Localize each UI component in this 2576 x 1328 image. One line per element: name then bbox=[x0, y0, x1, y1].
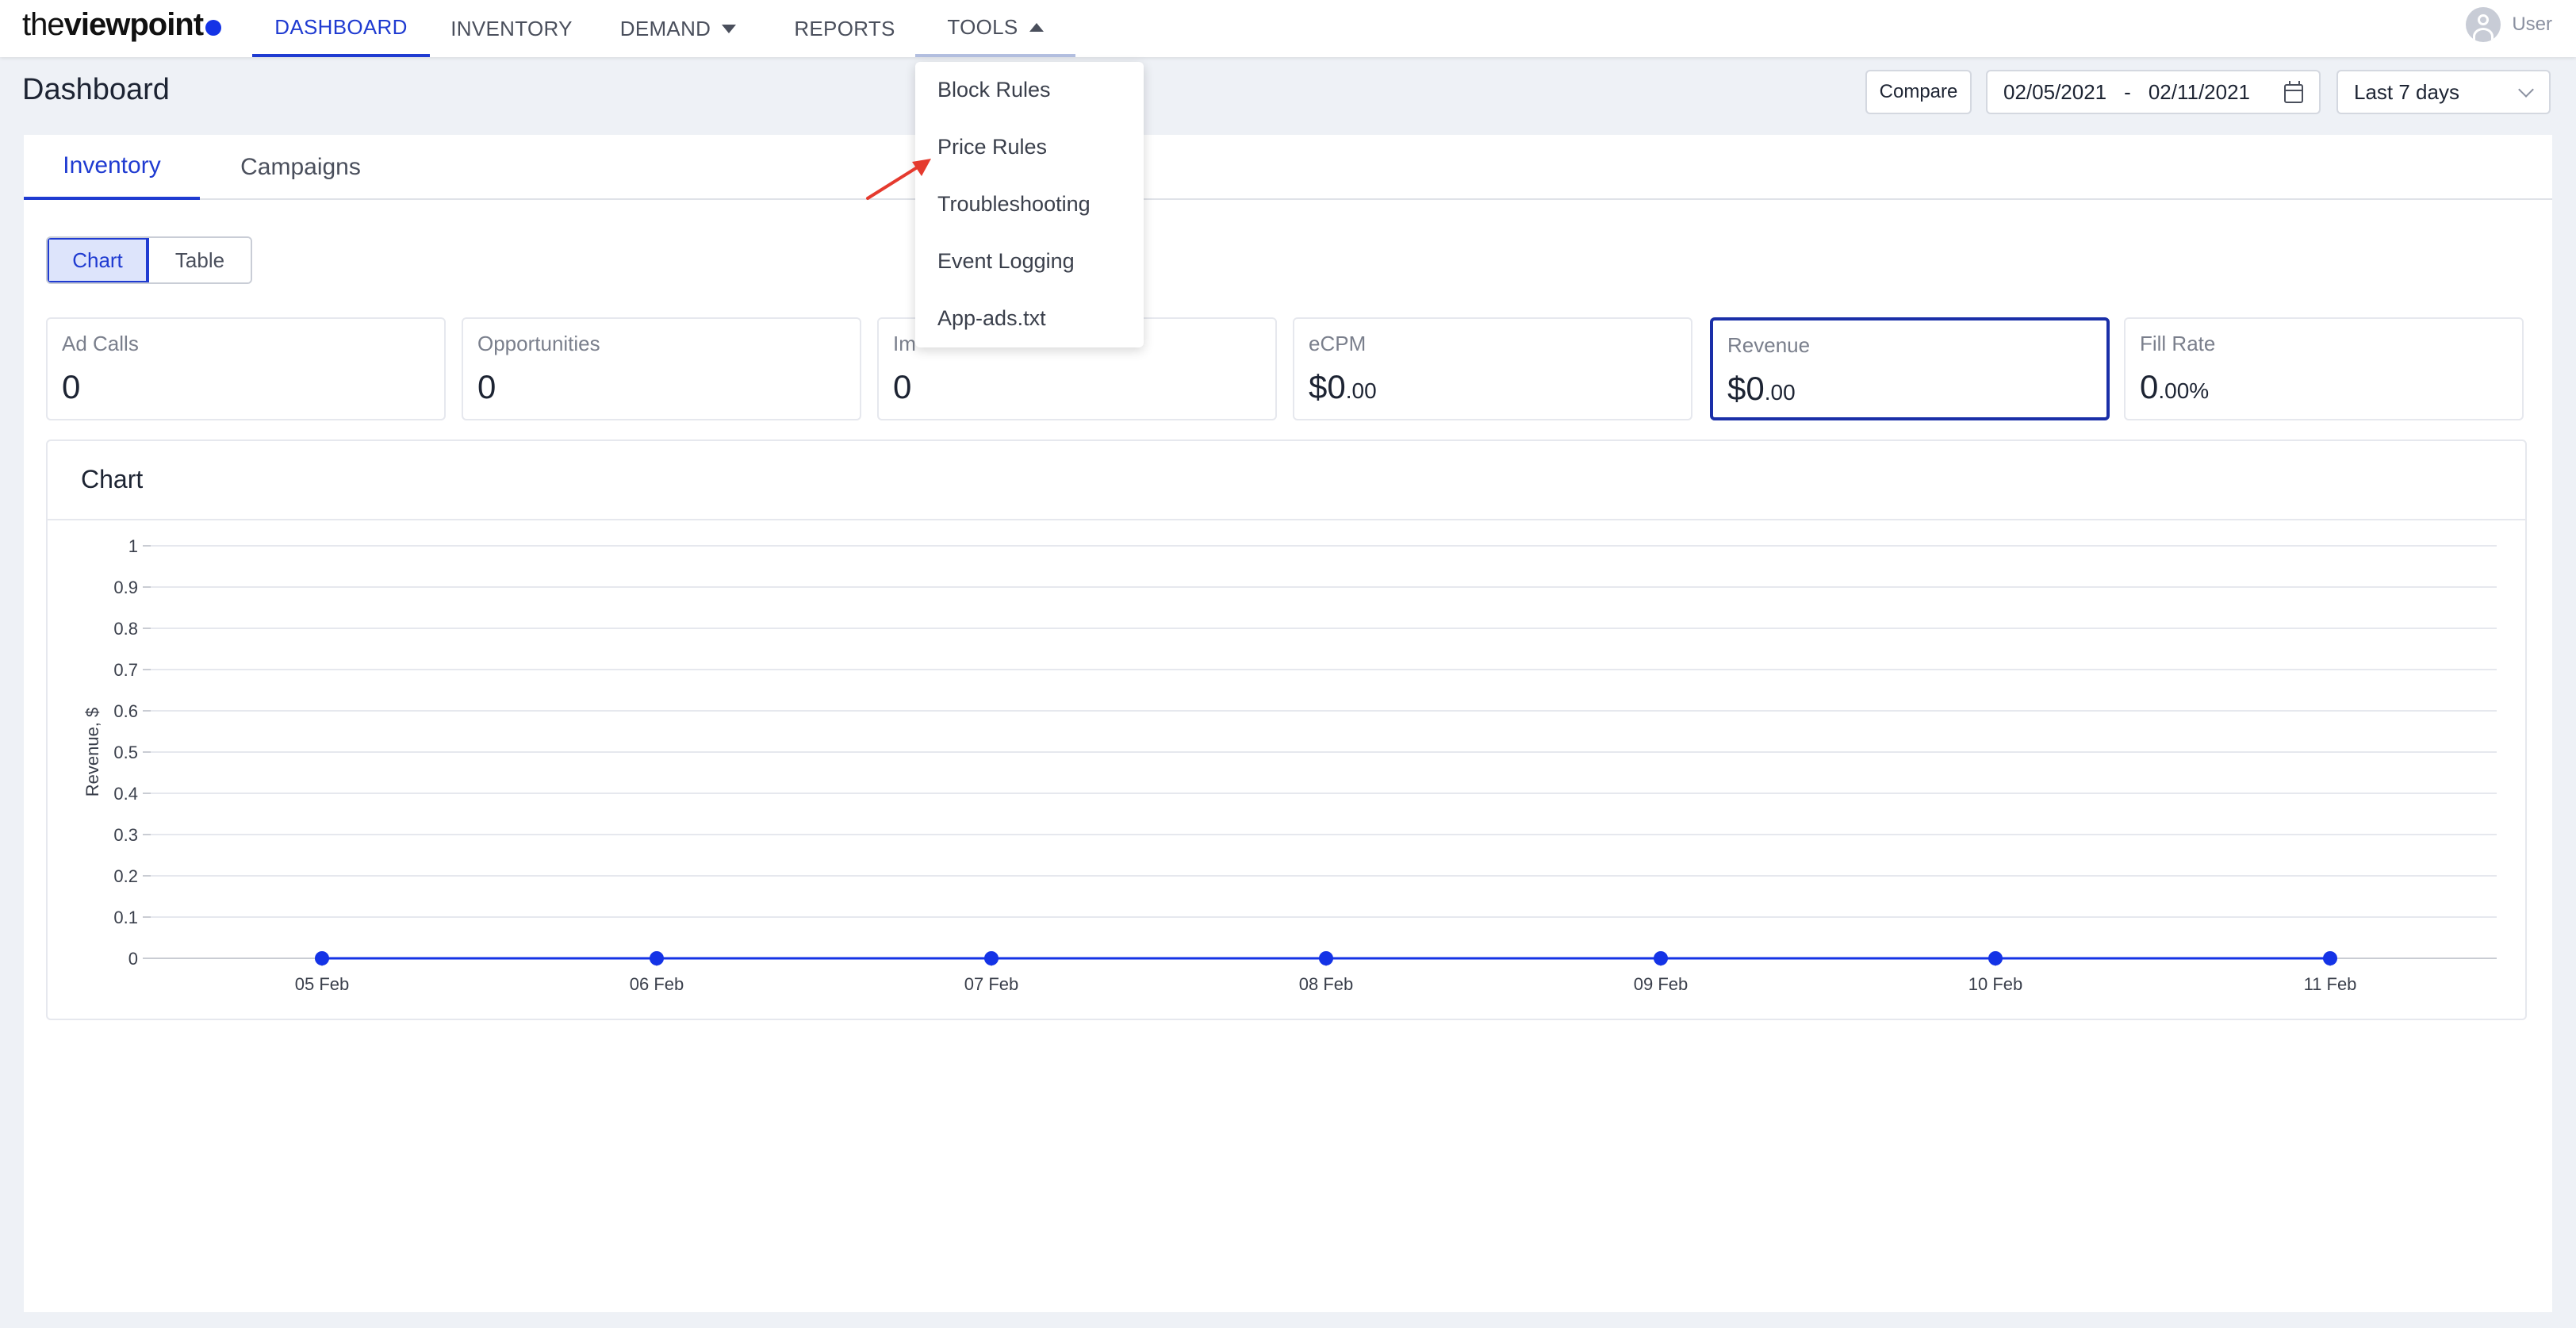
chart-panel-header: Chart bbox=[48, 441, 2525, 520]
date-separator: - bbox=[2124, 79, 2131, 104]
revenue-chart: 0 0.1 0.2 0.3 0.4 0.5 0.6 0.7 0.8 0.9 1 Revenue, $ 0… bbox=[82, 536, 2497, 994]
metric-card-fill-rate[interactable]: Fill Rate 0.00% bbox=[2124, 317, 2524, 420]
main-card: Inventory Campaigns Chart Table Ad Calls… bbox=[24, 135, 2552, 1312]
x-tick-label: 07 Feb bbox=[964, 974, 1019, 994]
page-title: Dashboard bbox=[22, 73, 170, 106]
y-tick-label: 0.3 bbox=[113, 825, 138, 845]
nav-reports[interactable]: REPORTS bbox=[785, 0, 904, 57]
brand-logo[interactable]: the viewpoint bbox=[22, 5, 222, 44]
user-menu[interactable]: User bbox=[2466, 0, 2552, 49]
x-tick-label: 10 Feb bbox=[1968, 974, 2023, 994]
data-point bbox=[1988, 951, 2003, 965]
metric-label: Fill Rate bbox=[2140, 332, 2216, 355]
menu-item-price-rules[interactable]: Price Rules bbox=[937, 131, 1047, 163]
tab-campaigns-label: Campaigns bbox=[240, 154, 361, 180]
y-tick-label: 0.8 bbox=[113, 619, 138, 639]
metric-card-ad-calls[interactable]: Ad Calls 0 bbox=[46, 317, 446, 420]
y-tick-label: 0 bbox=[128, 949, 138, 969]
menu-item-block-rules[interactable]: Block Rules bbox=[937, 74, 1051, 106]
nav-inventory[interactable]: INVENTORY bbox=[444, 0, 579, 57]
metric-label: Revenue bbox=[1727, 333, 1811, 357]
date-range-picker[interactable]: 02/05/2021 - 02/11/2021 bbox=[1986, 70, 2321, 114]
annotation-arrow-icon bbox=[866, 159, 931, 200]
metric-label: Ad Calls bbox=[62, 332, 139, 355]
toggle-chart-button[interactable]: Chart bbox=[48, 238, 149, 282]
y-tick-label: 0.1 bbox=[113, 908, 138, 927]
tab-campaigns[interactable]: Campaigns bbox=[211, 135, 390, 200]
x-tick-label: 08 Feb bbox=[1299, 974, 1354, 994]
nav-reports-label: REPORTS bbox=[794, 16, 895, 40]
y-tick-label: 1 bbox=[128, 536, 138, 556]
metric-value: $0.00 bbox=[1309, 368, 1377, 405]
y-tick-label: 0.7 bbox=[113, 660, 138, 680]
data-point bbox=[2323, 951, 2337, 965]
metric-value: 0 bbox=[893, 368, 912, 405]
y-tick-label: 0.9 bbox=[113, 578, 138, 597]
caret-down-icon bbox=[722, 24, 737, 33]
logo-dot-icon bbox=[205, 20, 222, 36]
chart-panel: Chart 0 0.1 0.2 0.3 0.4 0.5 0.6 0.7 0.8 0.9 1 Reven… bbox=[46, 439, 2527, 1020]
data-point bbox=[1319, 951, 1333, 965]
nav-demand-label: DEMAND bbox=[619, 16, 711, 40]
top-nav: the viewpoint DASHBOARD INVENTORY DEMAND … bbox=[0, 0, 2576, 57]
metric-label: eCPM bbox=[1309, 332, 1367, 355]
metric-card-ecpm[interactable]: eCPM $0.00 bbox=[1293, 317, 1692, 420]
metric-label: Im bbox=[893, 332, 916, 355]
y-tick-label: 0.2 bbox=[113, 866, 138, 886]
y-axis-label: Revenue, $ bbox=[82, 708, 102, 797]
logo-text-light: the bbox=[22, 6, 65, 42]
tools-dropdown-menu: Block Rules Price Rules Troubleshooting … bbox=[915, 62, 1144, 347]
view-toggle: Chart Table bbox=[46, 236, 252, 284]
nav-dashboard-label: DASHBOARD bbox=[274, 14, 408, 39]
compare-button[interactable]: Compare bbox=[1865, 70, 1972, 114]
y-tick-label: 0.5 bbox=[113, 743, 138, 762]
nav-dashboard[interactable]: DASHBOARD bbox=[252, 0, 430, 57]
user-label: User bbox=[2512, 13, 2552, 35]
x-tick-label: 11 Feb bbox=[2304, 974, 2357, 994]
chevron-down-icon bbox=[2518, 82, 2534, 98]
logo-text-bold: viewpoint bbox=[63, 6, 204, 42]
nav-tools-label: TOOLS bbox=[947, 14, 1018, 39]
tab-inventory[interactable]: Inventory bbox=[24, 135, 200, 200]
x-tick-label: 09 Feb bbox=[1634, 974, 1689, 994]
nav-demand[interactable]: DEMAND bbox=[611, 0, 746, 57]
data-point bbox=[650, 951, 664, 965]
period-select-value: Last 7 days bbox=[2354, 79, 2459, 104]
avatar-icon bbox=[2466, 7, 2501, 42]
nav-tools[interactable]: TOOLS bbox=[915, 0, 1075, 57]
toggle-table-button[interactable]: Table bbox=[149, 238, 251, 282]
metric-card-revenue[interactable]: Revenue $0.00 bbox=[1710, 317, 2110, 420]
date-from: 02/05/2021 bbox=[2003, 79, 2107, 104]
data-point bbox=[984, 951, 999, 965]
caret-up-icon bbox=[1029, 22, 1044, 32]
metric-card-opportunities[interactable]: Opportunities 0 bbox=[462, 317, 861, 420]
metric-label: Opportunities bbox=[477, 332, 600, 355]
x-tick-label: 06 Feb bbox=[630, 974, 684, 994]
nav-inventory-label: INVENTORY bbox=[450, 16, 573, 40]
metric-value: 0.00% bbox=[2140, 368, 2210, 405]
metric-value: 0 bbox=[62, 368, 81, 405]
metric-value: 0 bbox=[477, 368, 496, 405]
y-tick-label: 0.4 bbox=[113, 784, 138, 804]
menu-item-event-logging[interactable]: Event Logging bbox=[937, 245, 1075, 277]
x-tick-label: 05 Feb bbox=[295, 974, 350, 994]
y-tick-label: 0.6 bbox=[113, 701, 138, 721]
metric-value: $0.00 bbox=[1727, 370, 1796, 407]
menu-item-troubleshooting[interactable]: Troubleshooting bbox=[937, 188, 1091, 220]
data-point bbox=[1654, 951, 1668, 965]
menu-item-app-ads-txt[interactable]: App-ads.txt bbox=[937, 302, 1046, 334]
data-point bbox=[315, 951, 329, 965]
chart-panel-title: Chart bbox=[81, 465, 144, 493]
calendar-icon bbox=[2284, 81, 2303, 103]
tab-bar: Inventory Campaigns bbox=[24, 135, 2552, 200]
tab-inventory-label: Inventory bbox=[63, 152, 161, 178]
period-select[interactable]: Last 7 days bbox=[2336, 70, 2551, 114]
date-to: 02/11/2021 bbox=[2148, 79, 2251, 104]
